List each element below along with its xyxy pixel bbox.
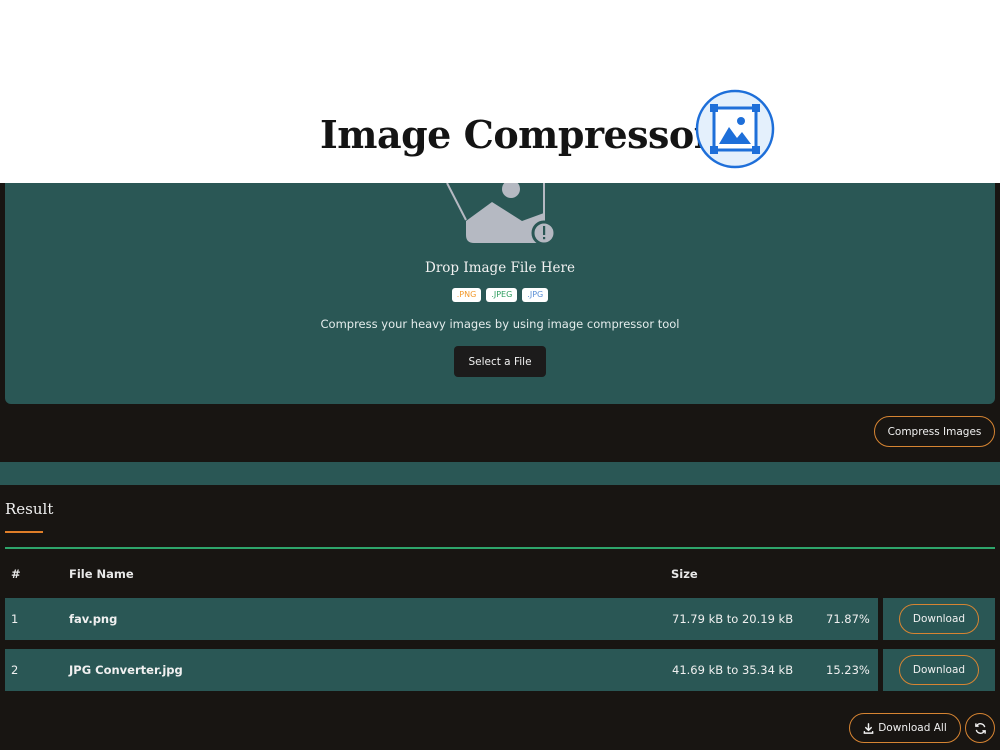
format-badges: .PNG .JPEG .JPG bbox=[0, 288, 1000, 302]
format-badge-png: .PNG bbox=[451, 288, 482, 302]
header: Image Compressor bbox=[0, 0, 1000, 183]
table-row: 2 JPG Converter.jpg 41.69 kB to 35.34 kB… bbox=[5, 649, 878, 691]
drop-zone-description: Compress your heavy images by using imag… bbox=[320, 317, 680, 331]
compression-percent: 71.87% bbox=[826, 612, 870, 626]
format-badge-jpg: .JPG bbox=[522, 288, 549, 302]
section-divider bbox=[0, 462, 1000, 485]
download-button[interactable]: Download bbox=[899, 604, 979, 634]
format-badge-jpeg: .JPEG bbox=[486, 288, 518, 302]
file-name: fav.png bbox=[69, 612, 118, 626]
refresh-icon bbox=[974, 722, 986, 734]
row-number: 2 bbox=[11, 663, 19, 677]
column-header-file-name: File Name bbox=[69, 567, 134, 581]
row-number: 1 bbox=[11, 612, 19, 626]
result-title: Result bbox=[5, 500, 54, 518]
column-header-number: # bbox=[11, 567, 21, 581]
result-title-underline bbox=[5, 531, 43, 533]
reset-button[interactable] bbox=[965, 713, 995, 743]
row-action-cell: Download bbox=[883, 649, 995, 691]
compression-percent: 15.23% bbox=[826, 663, 870, 677]
select-file-button[interactable]: Select a File bbox=[454, 346, 546, 377]
download-button[interactable]: Download bbox=[899, 655, 979, 685]
column-header-size: Size bbox=[671, 567, 698, 581]
image-frame-icon bbox=[695, 89, 775, 169]
download-icon bbox=[863, 722, 874, 734]
result-divider bbox=[5, 547, 995, 549]
file-size: 41.69 kB to 35.34 kB bbox=[672, 663, 794, 677]
page-title: Image Compressor bbox=[320, 112, 714, 157]
row-action-cell: Download bbox=[883, 598, 995, 640]
drop-zone-title: Drop Image File Here bbox=[425, 260, 575, 276]
file-name: JPG Converter.jpg bbox=[69, 663, 183, 677]
table-row: 1 fav.png 71.79 kB to 20.19 kB 71.87% bbox=[5, 598, 878, 640]
file-size: 71.79 kB to 20.19 kB bbox=[672, 612, 794, 626]
compress-images-button[interactable]: Compress Images bbox=[874, 416, 995, 447]
download-all-button[interactable]: Download All bbox=[849, 713, 961, 743]
download-all-label: Download All bbox=[878, 722, 947, 734]
